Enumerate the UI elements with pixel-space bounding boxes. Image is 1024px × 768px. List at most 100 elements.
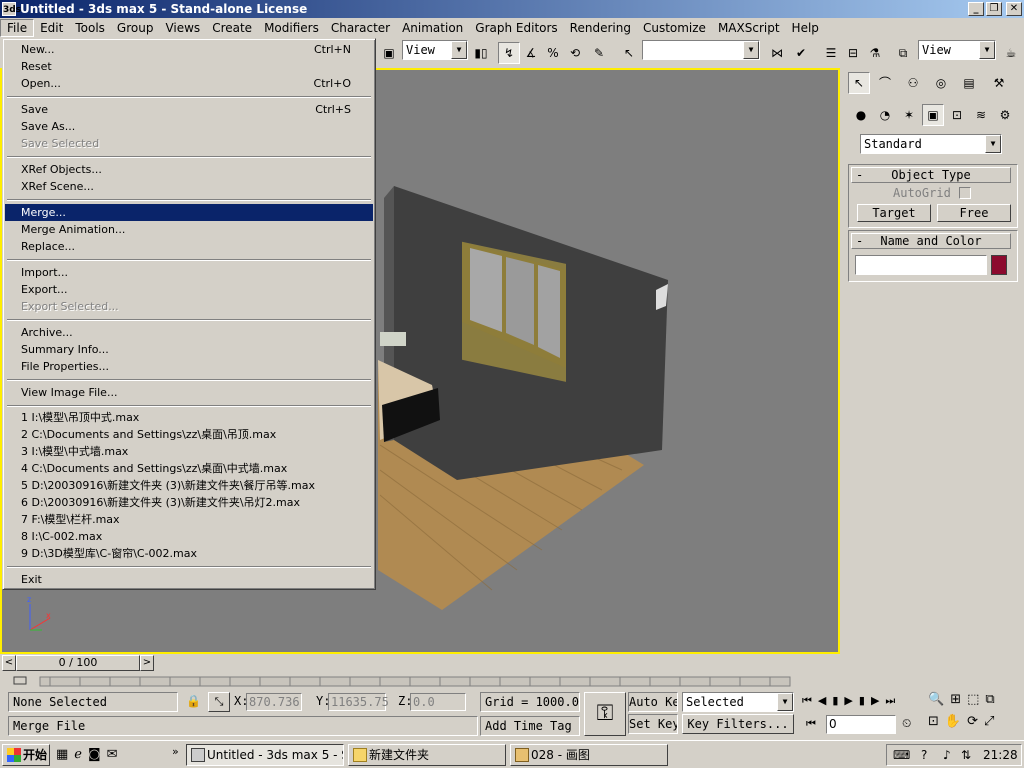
autogrid-checkbox[interactable] (959, 187, 971, 199)
target-camera-button[interactable]: Target (857, 204, 931, 222)
volume-icon[interactable]: ♪ (943, 748, 951, 762)
menu-item-export[interactable]: Export... (5, 281, 373, 298)
display-tab-icon[interactable]: ▤ (958, 72, 980, 94)
menu-item-xref-scene[interactable]: XRef Scene... (5, 178, 373, 195)
menu-item-recent-5[interactable]: 5 D:\20030916\新建文件夹 (3)\新建文件夹\餐厅吊等.max (5, 477, 373, 494)
arc-rotate-icon[interactable]: ⟳ (967, 714, 984, 729)
menu-customize[interactable]: Customize (637, 19, 712, 37)
menu-item-merge-animation[interactable]: Merge Animation... (5, 221, 373, 238)
close-button[interactable]: ✕ (1006, 2, 1022, 16)
menu-rendering[interactable]: Rendering (564, 19, 637, 37)
region-zoom-icon[interactable]: ⊡ (928, 714, 945, 729)
angle-snap-icon[interactable]: ∡ (520, 42, 542, 64)
menu-character[interactable]: Character (325, 19, 396, 37)
helpers-icon[interactable]: ⊡ (946, 104, 968, 126)
menu-item-reset[interactable]: Reset (5, 58, 373, 75)
render-scene-icon[interactable]: ⧉ (892, 42, 914, 64)
set-key-button[interactable]: Set Key (628, 714, 678, 734)
zoom-icon[interactable]: 🔍 (928, 692, 950, 707)
time-config-icon[interactable]: ⏲ (902, 716, 911, 731)
menu-item-replace[interactable]: Replace... (5, 238, 373, 255)
menu-animation[interactable]: Animation (396, 19, 469, 37)
menu-item-merge[interactable]: Merge... (5, 204, 373, 221)
network-icon[interactable]: ⇅ (961, 748, 971, 762)
menu-views[interactable]: Views (159, 19, 206, 37)
current-frame-field[interactable]: 0 (826, 715, 896, 734)
menu-item-open[interactable]: Open... Ctrl+O (5, 75, 373, 92)
object-type-header[interactable]: - Object Type (851, 167, 1011, 183)
menu-item-recent-1[interactable]: 1 I:\模型\吊顶中式.max (5, 409, 373, 426)
x-coordinate-field[interactable]: 870.736 (246, 693, 302, 711)
geometry-icon[interactable]: ● (850, 104, 872, 126)
named-selection-dropdown[interactable]: ▼ (642, 40, 760, 60)
schematic-view-icon[interactable]: ⊟ (842, 42, 864, 64)
menu-edit[interactable]: Edit (34, 19, 69, 37)
quick-render-icon[interactable]: ☕ (1000, 42, 1022, 64)
next-key-icon[interactable]: ▮▶ (859, 694, 886, 707)
outlook-icon[interactable]: ✉ (107, 747, 124, 762)
task-paint[interactable]: 028 - 画图 (510, 744, 668, 766)
menu-file[interactable]: File (0, 19, 35, 37)
y-coordinate-field[interactable]: 11635.75 (328, 693, 389, 711)
zoom-extents-all-icon[interactable]: ⧉ (985, 692, 1000, 707)
menu-item-recent-3[interactable]: 3 I:\模型\中式墙.max (5, 443, 373, 460)
zoom-extents-icon[interactable]: ⬚ (967, 692, 985, 707)
motion-tab-icon[interactable]: ◎ (930, 72, 952, 94)
show-desktop-icon[interactable]: ▦ (56, 747, 74, 762)
viewport-render-dropdown[interactable]: View ▼ (918, 40, 996, 60)
edit-named-selection-icon[interactable]: ✎ (588, 42, 610, 64)
task-3dsmax[interactable]: Untitled - 3ds max 5 - St... (186, 744, 344, 766)
menu-item-new[interactable]: New... Ctrl+N (5, 41, 373, 58)
space-warps-icon[interactable]: ≋ (970, 104, 992, 126)
menu-item-xref-objects[interactable]: XRef Objects... (5, 161, 373, 178)
menu-item-exit[interactable]: Exit (5, 571, 373, 588)
menu-item-view-image-file[interactable]: View Image File... (5, 384, 373, 401)
keyboard-icon[interactable]: ⌨ (893, 748, 910, 762)
category-dropdown[interactable]: Standard ▼ (860, 134, 1002, 154)
maximize-viewport-icon[interactable]: ⤢ (984, 714, 1000, 729)
cameras-icon[interactable]: ▣ (922, 104, 944, 126)
lock-selection-icon[interactable]: 🔒 (186, 694, 201, 708)
ref-coord-dropdown[interactable]: View ▼ (402, 40, 468, 60)
menu-group[interactable]: Group (111, 19, 160, 37)
auto-key-button[interactable]: Auto Key (628, 692, 678, 712)
systems-icon[interactable]: ⚙ (994, 104, 1016, 126)
name-color-header[interactable]: - Name and Color (851, 233, 1011, 249)
minimize-button[interactable]: _ (968, 2, 984, 16)
next-frame-icon[interactable]: > (140, 655, 154, 671)
object-color-swatch[interactable] (991, 255, 1007, 275)
media-icon[interactable]: ◙ (88, 747, 107, 762)
lights-icon[interactable]: ✶ (898, 104, 920, 126)
menu-item-recent-7[interactable]: 7 F:\模型\栏杆.max (5, 511, 373, 528)
app-icon[interactable]: 3ds (2, 2, 21, 16)
ie-icon[interactable]: ℯ (74, 747, 88, 762)
utilities-tab-icon[interactable]: ⚒ (988, 72, 1010, 94)
menu-item-save-as[interactable]: Save As... (5, 118, 373, 135)
add-time-tag-button[interactable]: Add Time Tag (480, 716, 580, 736)
menu-graph-editors[interactable]: Graph Editors (469, 19, 563, 37)
zoom-all-icon[interactable]: ⊞ (950, 692, 967, 707)
menu-item-recent-9[interactable]: 9 D:\3D模型库\C-窗帘\C-002.max (5, 545, 373, 562)
help-icon[interactable]: ? (921, 748, 927, 762)
menu-maxscript[interactable]: MAXScript (712, 19, 786, 37)
select-region-icon[interactable]: ▣ (378, 42, 400, 64)
prev-frame-icon[interactable]: < (2, 655, 16, 671)
free-camera-button[interactable]: Free (937, 204, 1011, 222)
more-icon[interactable]: » (172, 745, 179, 758)
modify-tab-icon[interactable]: ⌒ (874, 72, 896, 94)
percent-snap-icon[interactable]: % (542, 42, 564, 64)
shapes-icon[interactable]: ◔ (874, 104, 896, 126)
key-mode-dropdown[interactable]: Selected ▼ (682, 692, 794, 712)
pivot-center-icon[interactable]: ▮▯ (470, 42, 492, 64)
menu-item-recent-2[interactable]: 2 C:\Documents and Settings\zz\桌面\吊顶.max (5, 426, 373, 443)
z-coordinate-field[interactable]: 0.0 (410, 693, 466, 711)
snap-toggle-icon[interactable]: ↯ (498, 42, 520, 64)
menu-tools[interactable]: Tools (69, 19, 111, 37)
spinner-snap-icon[interactable]: ⟲ (564, 42, 586, 64)
menu-item-recent-8[interactable]: 8 I:\C-002.max (5, 528, 373, 545)
pan-icon[interactable]: ✋ (945, 714, 967, 729)
start-button[interactable]: 开始 (2, 744, 50, 766)
go-to-end-icon[interactable]: ⏭ (885, 694, 901, 707)
material-editor-icon[interactable]: ⚗ (864, 42, 886, 64)
menu-item-summary-info[interactable]: Summary Info... (5, 341, 373, 358)
